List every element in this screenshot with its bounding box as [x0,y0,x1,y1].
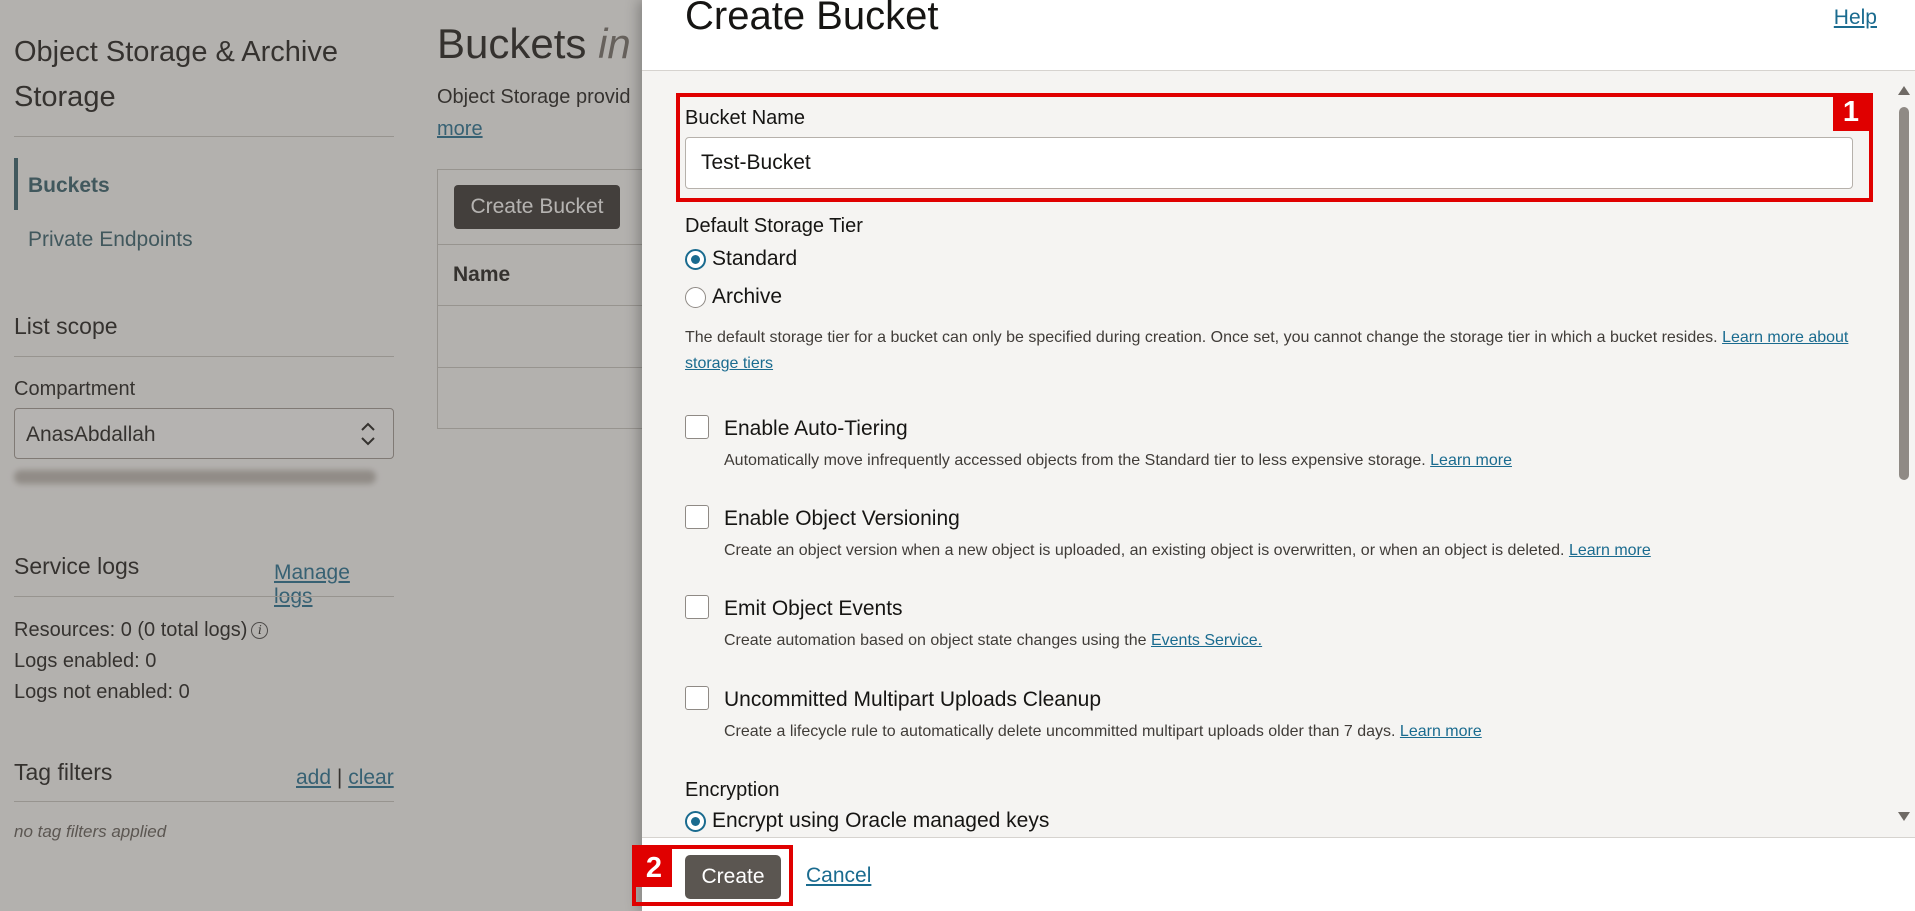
radio-button-selected[interactable] [685,810,706,832]
panel-footer: Create Cancel [642,837,1915,911]
radio-button[interactable] [685,286,706,308]
description-text: Automatically move infrequently accessed… [724,452,1426,469]
annotation-badge-step-2: 2 [636,849,672,887]
radio-label: Standard [712,247,798,270]
panel-header: Create Bucket Help [642,0,1915,71]
panel-title: Create Bucket [685,0,939,38]
radio-label: Encrypt using Oracle managed keys [712,809,1050,832]
storage-tier-help-text: The default storage tier for a bucket ca… [685,329,1718,346]
scroll-up-icon[interactable] [1898,86,1910,95]
multipart-cleanup-checkbox[interactable] [685,686,709,710]
auto-tiering-label: Enable Auto-Tiering [724,417,908,440]
object-versioning-learn-more-link[interactable]: Learn more [1569,542,1651,559]
description-text: Create an object version when a new obje… [724,542,1565,559]
object-versioning-label: Enable Object Versioning [724,507,960,530]
scrollbar[interactable] [1892,72,1915,837]
multipart-cleanup-label: Uncommitted Multipart Uploads Cleanup [724,688,1102,711]
storage-tier-label: Default Storage Tier [685,215,863,237]
emit-events-label: Emit Object Events [724,597,903,620]
object-versioning-description: Create an object version when a new obje… [724,542,1651,560]
auto-tiering-description: Automatically move infrequently accessed… [724,452,1512,470]
events-service-link[interactable]: Events Service. [1151,632,1262,649]
radio-standard[interactable]: Standard [685,246,797,272]
radio-oracle-managed-keys[interactable]: Encrypt using Oracle managed keys [685,808,1049,834]
multipart-cleanup-description: Create a lifecycle rule to automatically… [724,723,1482,741]
encryption-label: Encryption [685,779,780,801]
description-text: Create automation based on object state … [724,632,1147,649]
auto-tiering-checkbox[interactable] [685,415,709,439]
cancel-link[interactable]: Cancel [806,864,871,888]
radio-button-selected[interactable] [685,248,706,270]
emit-events-description: Create automation based on object state … [724,632,1262,650]
radio-label: Archive [712,285,783,308]
help-link[interactable]: Help [1834,6,1877,30]
emit-events-checkbox[interactable] [685,595,709,619]
storage-tier-help: The default storage tier for a bucket ca… [685,325,1855,377]
annotation-box-step-1 [676,93,1873,202]
scrollbar-thumb[interactable] [1899,107,1909,480]
auto-tiering-learn-more-link[interactable]: Learn more [1430,452,1512,469]
scroll-down-icon[interactable] [1898,812,1910,821]
annotation-badge-step-1: 1 [1833,93,1869,131]
multipart-cleanup-learn-more-link[interactable]: Learn more [1400,723,1482,740]
object-versioning-checkbox[interactable] [685,505,709,529]
modal-backdrop[interactable] [0,0,642,911]
radio-archive[interactable]: Archive [685,284,782,310]
description-text: Create a lifecycle rule to automatically… [724,723,1396,740]
